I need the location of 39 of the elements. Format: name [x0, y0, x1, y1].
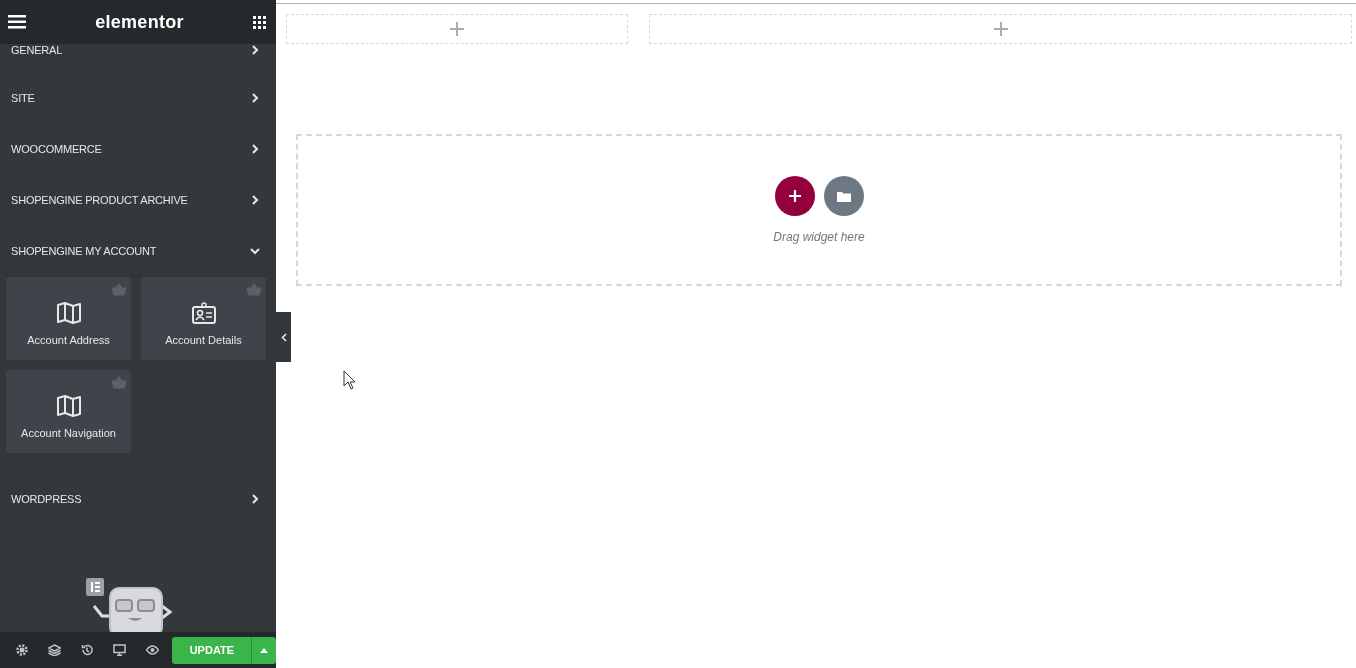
monitor-icon[interactable]	[113, 644, 127, 656]
update-options-button[interactable]	[251, 636, 276, 664]
basket-icon	[246, 283, 262, 296]
drop-hint: Drag widget here	[773, 230, 865, 244]
chevron-right-icon	[249, 493, 261, 505]
basket-icon	[111, 283, 127, 296]
chevron-right-icon	[249, 44, 261, 56]
settings-icon[interactable]	[16, 644, 29, 656]
chevron-right-icon	[249, 143, 261, 155]
widget-card[interactable]: Account Address	[6, 277, 131, 360]
id-card-icon	[191, 302, 216, 324]
caret-up-icon	[260, 647, 269, 653]
category-header[interactable]: SITE	[6, 73, 266, 124]
template-library-button[interactable]	[823, 176, 864, 216]
category-header[interactable]: WORDPRESS	[6, 474, 266, 525]
category-header[interactable]: SHOPENGINE PRODUCT ARCHIVE	[6, 175, 266, 226]
map-icon	[56, 302, 81, 324]
widget-card[interactable]: Account Navigation	[6, 370, 131, 453]
chevron-down-icon	[249, 245, 261, 257]
layers-icon[interactable]	[48, 644, 62, 656]
basket-icon	[111, 376, 127, 389]
grid-icon[interactable]	[253, 15, 266, 29]
widget-card[interactable]: Account Details	[141, 277, 266, 360]
eye-icon[interactable]	[145, 645, 159, 655]
logo: elementor	[95, 11, 184, 33]
chevron-left-icon	[280, 332, 287, 342]
category-header[interactable]: GENERAL	[6, 44, 266, 73]
category-header[interactable]: WOOCOMMERCE	[6, 124, 266, 175]
chevron-right-icon	[249, 194, 261, 206]
history-icon[interactable]	[81, 644, 94, 656]
folder-icon	[836, 190, 851, 202]
plus-icon	[788, 190, 801, 202]
menu-icon[interactable]	[8, 15, 26, 29]
cursor-icon	[343, 370, 356, 390]
map-icon	[56, 395, 81, 417]
collapse-panel-button[interactable]	[276, 312, 291, 362]
chevron-right-icon	[249, 92, 261, 104]
drop-zone[interactable]: Drag widget here	[296, 134, 1342, 286]
add-section-button[interactable]	[774, 176, 815, 216]
